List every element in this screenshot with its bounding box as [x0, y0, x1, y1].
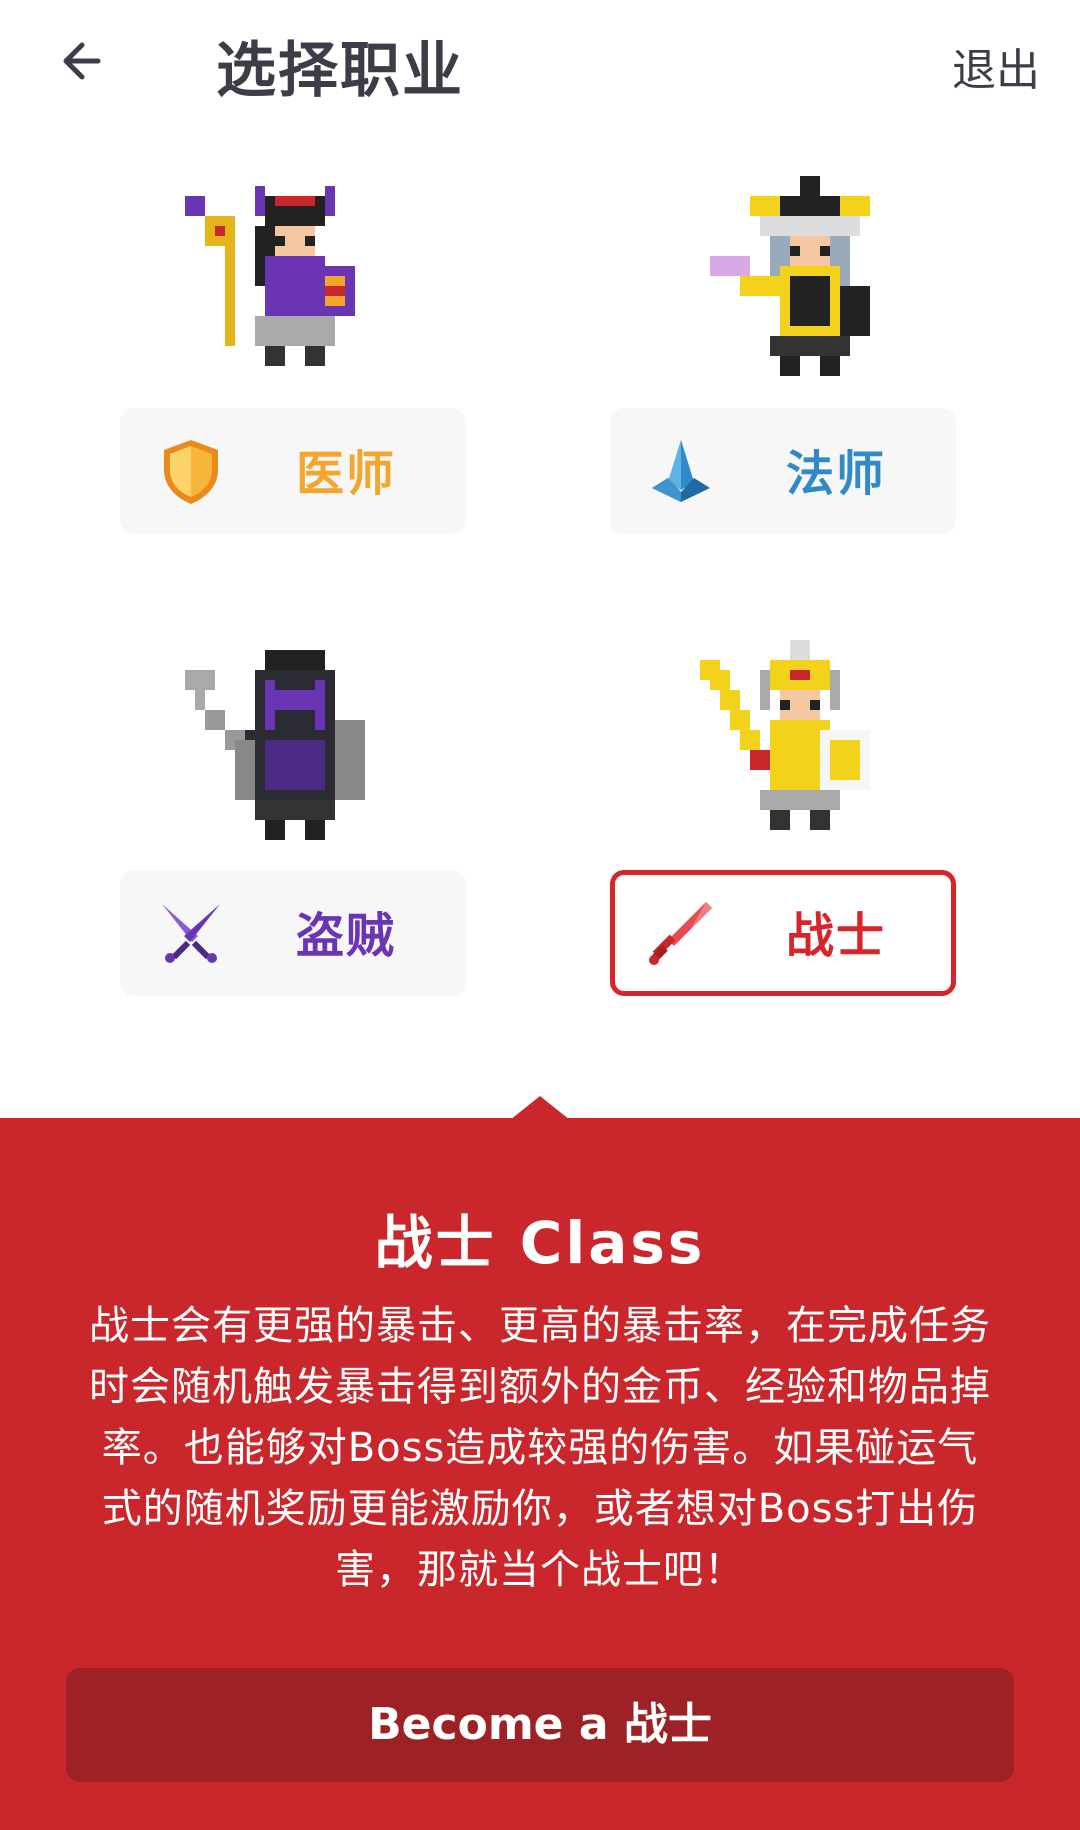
app-bar: 选择职业 退出: [0, 0, 1080, 130]
class-label-mage: 法师: [786, 446, 887, 502]
rogue-sprite-icon: [185, 650, 365, 840]
healer-avatar[interactable]: [175, 176, 395, 396]
class-option-healer[interactable]: 医师: [120, 408, 466, 534]
class-option-mage[interactable]: 法师: [610, 408, 956, 534]
warrior-avatar[interactable]: [690, 640, 910, 860]
description-line: 式的随机奖励更能激励你，或者想对Boss打出伤: [101, 1486, 979, 1532]
crossed-daggers-icon: [154, 896, 228, 970]
class-label-healer: 医师: [296, 446, 397, 502]
class-option-rogue[interactable]: 盗贼: [120, 870, 466, 996]
class-label-rogue: 盗贼: [296, 908, 397, 964]
description-line: 害，那就当个战士吧！: [335, 1547, 745, 1593]
selection-pointer: [510, 1096, 570, 1120]
mage-sprite-icon: [710, 176, 870, 376]
class-option-warrior[interactable]: 战士: [610, 870, 956, 996]
exit-button[interactable]: 退出: [952, 34, 1040, 98]
become-class-button[interactable]: Become a 战士: [66, 1668, 1014, 1782]
warrior-sprite-icon: [700, 640, 870, 830]
page-title: 选择职业: [216, 36, 464, 106]
class-label-warrior: 战士: [786, 908, 887, 964]
healer-sprite-icon: [185, 186, 355, 366]
shield-icon: [154, 434, 228, 508]
rogue-avatar[interactable]: [175, 640, 395, 860]
mage-avatar[interactable]: [700, 176, 920, 396]
description-line: 时会随机触发暴击得到额外的金币、经验和物品掉: [89, 1364, 991, 1410]
back-button[interactable]: [52, 26, 122, 96]
crystal-icon: [644, 434, 718, 508]
description-line: 率。也能够对Boss造成较强的伤害。如果碰运气: [101, 1425, 979, 1471]
class-detail-description: 战士会有更强的暴击、更高的暴击率，在完成任务 时会随机触发暴击得到额外的金币、经…: [60, 1296, 1020, 1601]
arrow-left-icon: [63, 42, 101, 80]
class-detail-title: 战士 Class: [374, 1209, 706, 1277]
description-line: 战士会有更强的暴击、更高的暴击率，在完成任务: [89, 1303, 991, 1349]
sword-icon: [644, 896, 718, 970]
